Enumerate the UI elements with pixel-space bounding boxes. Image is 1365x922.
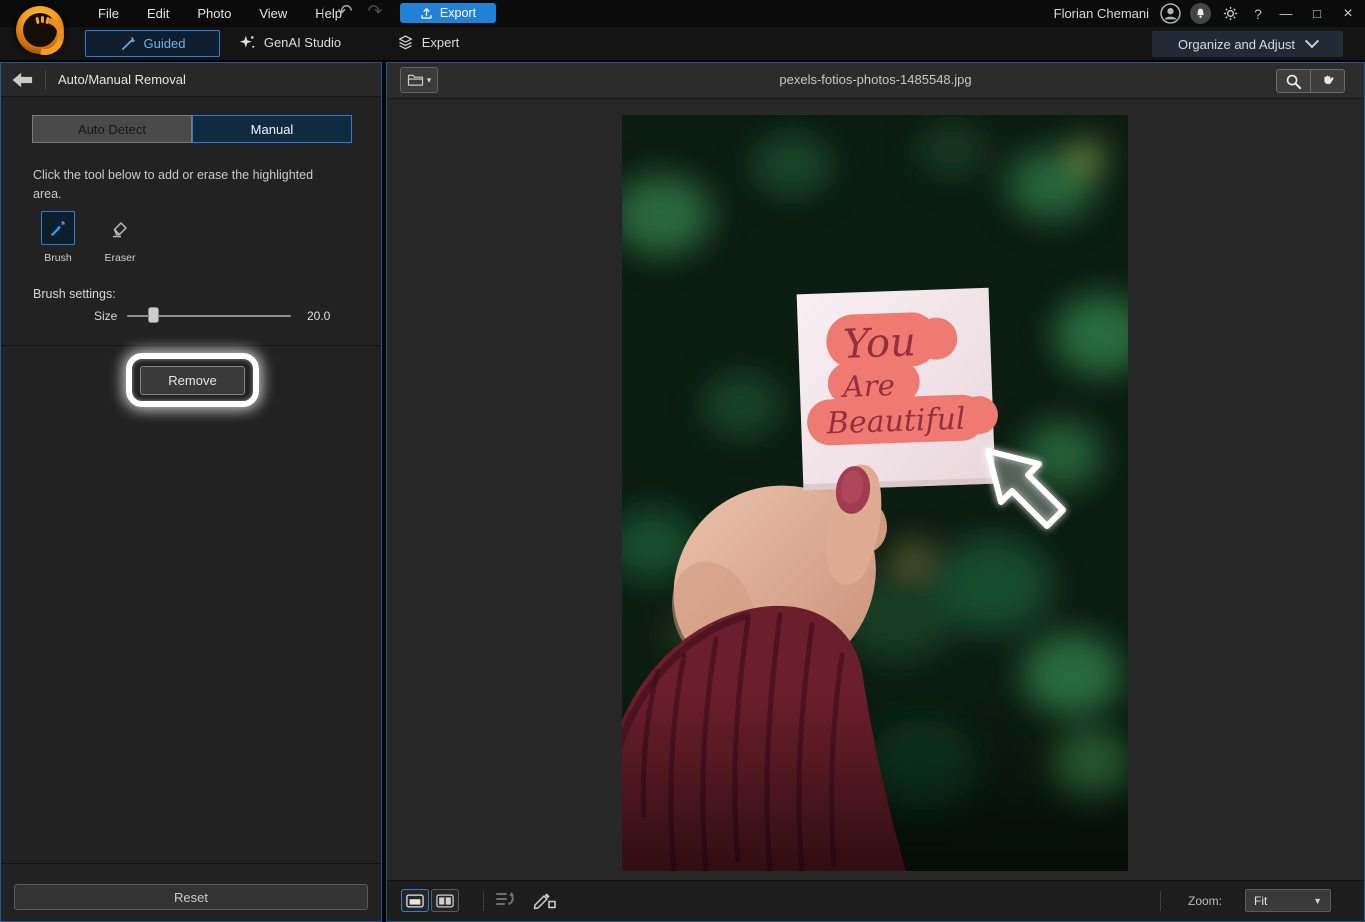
eraser-tool-button[interactable] xyxy=(103,211,137,245)
image-viewport[interactable]: You Are Beautiful xyxy=(387,99,1364,881)
mode-dropdown-label: Organize and Adjust xyxy=(1178,37,1295,52)
sparkle-icon xyxy=(239,34,256,51)
section-divider xyxy=(1,345,381,346)
menu-file[interactable]: File xyxy=(84,6,133,21)
caret-down-icon: ▾ xyxy=(427,75,432,86)
magnifier-icon xyxy=(1285,73,1302,90)
layers-icon xyxy=(397,34,414,51)
pan-tool-button[interactable] xyxy=(1310,69,1345,93)
photo-canvas[interactable]: You Are Beautiful xyxy=(622,115,1128,871)
instruction-text: Click the tool below to add or erase the… xyxy=(33,166,329,204)
paintshop-logo[interactable] xyxy=(16,6,64,54)
panel-title: Auto/Manual Removal xyxy=(58,72,186,87)
tab-guided[interactable]: Guided xyxy=(85,30,220,57)
canvas-panel: ▾ pexels-fotios-photos-1485548.jpg xyxy=(386,62,1365,922)
single-view-button[interactable] xyxy=(401,889,429,912)
brush-tool-button[interactable] xyxy=(41,211,75,245)
folder-icon xyxy=(407,73,424,87)
edit-markup-button[interactable] xyxy=(533,890,557,915)
tab-expert[interactable]: Expert xyxy=(386,30,470,55)
tab-expert-label: Expert xyxy=(422,35,460,50)
upload-icon xyxy=(420,7,433,20)
app-window: File Edit Photo View Help ↶ ↷ Export Flo… xyxy=(0,0,1365,922)
export-button[interactable]: Export xyxy=(400,3,496,23)
workspace-tab-bar: Guided GenAI Studio Expert Organize and … xyxy=(0,27,1365,62)
size-label: Size xyxy=(94,309,117,323)
maximize-button[interactable]: □ xyxy=(1306,6,1328,21)
account-icon[interactable] xyxy=(1160,3,1181,24)
zoom-level-value: Fit xyxy=(1254,894,1267,908)
filename-label: pexels-fotios-photos-1485548.jpg xyxy=(387,72,1364,87)
brush-tool-label: Brush xyxy=(40,252,76,264)
menu-edit[interactable]: Edit xyxy=(133,6,183,21)
hand-icon xyxy=(1320,73,1336,89)
eraser-icon xyxy=(109,217,131,239)
toolbar-divider xyxy=(323,7,324,21)
auto-detect-button[interactable]: Auto Detect xyxy=(32,115,192,143)
undo-icon[interactable]: ↶ xyxy=(332,1,358,22)
header-divider xyxy=(45,70,46,90)
notifications-bell-icon[interactable] xyxy=(1190,3,1211,24)
pencil-square-icon xyxy=(533,890,557,910)
help-icon[interactable]: ? xyxy=(1250,6,1266,22)
zoom-dropdown-label: Zoom: xyxy=(1188,894,1222,908)
detect-mode-segmented-control: Auto Detect Manual xyxy=(32,115,352,143)
back-button[interactable] xyxy=(1,63,45,96)
chevron-down-icon xyxy=(1305,34,1319,48)
open-file-button[interactable]: ▾ xyxy=(400,67,438,93)
canvas-top-bar: ▾ pexels-fotios-photos-1485548.jpg xyxy=(387,63,1364,99)
single-view-icon xyxy=(406,894,424,908)
back-arrow-icon xyxy=(10,70,36,90)
tab-genai-studio[interactable]: GenAI Studio xyxy=(228,30,352,55)
user-cluster: Florian Chemani xyxy=(1054,0,1359,27)
minimize-button[interactable]: — xyxy=(1275,6,1297,21)
wand-icon xyxy=(120,36,136,52)
photo-image: You Are Beautiful xyxy=(622,115,1128,871)
tab-guided-label: Guided xyxy=(144,36,186,51)
logo-claw xyxy=(41,16,44,23)
size-value: 20.0 xyxy=(307,309,330,323)
zoom-tool-button[interactable] xyxy=(1276,69,1311,93)
reset-button[interactable]: Reset xyxy=(14,884,368,910)
split-view-icon xyxy=(436,894,454,908)
manual-button[interactable]: Manual xyxy=(192,115,352,143)
bottombar-divider xyxy=(483,891,484,911)
panel-header: Auto/Manual Removal xyxy=(1,63,381,97)
guided-edit-panel: Auto/Manual Removal Auto Detect Manual C… xyxy=(0,62,382,922)
sticky-note: You Are Beautiful xyxy=(797,288,1001,491)
apply-to-all-button[interactable] xyxy=(495,890,519,915)
menu-view[interactable]: View xyxy=(245,6,301,21)
dropdown-arrow-icon: ▼ xyxy=(1313,896,1322,906)
size-slider-handle[interactable] xyxy=(148,307,159,323)
note-line-2: Are xyxy=(839,368,895,404)
split-view-button[interactable] xyxy=(431,889,459,912)
export-label: Export xyxy=(440,6,476,20)
note-line-3: Beautiful xyxy=(825,402,966,442)
apply-stack-icon xyxy=(495,890,519,910)
tab-genai-label: GenAI Studio xyxy=(264,35,341,50)
close-button[interactable]: × xyxy=(1337,5,1359,23)
vignette xyxy=(622,695,1128,871)
user-name: Florian Chemani xyxy=(1054,6,1149,21)
redo-icon: ↷ xyxy=(362,1,388,22)
menu-photo[interactable]: Photo xyxy=(183,6,245,21)
brush-settings-label: Brush settings: xyxy=(33,287,116,301)
title-bar: File Edit Photo View Help ↶ ↷ Export Flo… xyxy=(0,0,1365,27)
note-line-1: You xyxy=(842,319,916,368)
zoom-level-dropdown[interactable]: Fit ▼ xyxy=(1245,889,1331,912)
menu-bar: File Edit Photo View Help xyxy=(84,0,356,27)
mode-dropdown[interactable]: Organize and Adjust xyxy=(1152,31,1343,57)
brush-icon xyxy=(48,218,68,238)
canvas-bottom-bar: Zoom: Fit ▼ xyxy=(387,880,1364,921)
eraser-tool-label: Eraser xyxy=(102,252,138,264)
bottombar-divider xyxy=(1160,891,1161,911)
footer-divider xyxy=(1,863,381,864)
remove-button[interactable]: Remove xyxy=(140,366,245,395)
settings-gear-icon[interactable] xyxy=(1220,3,1241,24)
